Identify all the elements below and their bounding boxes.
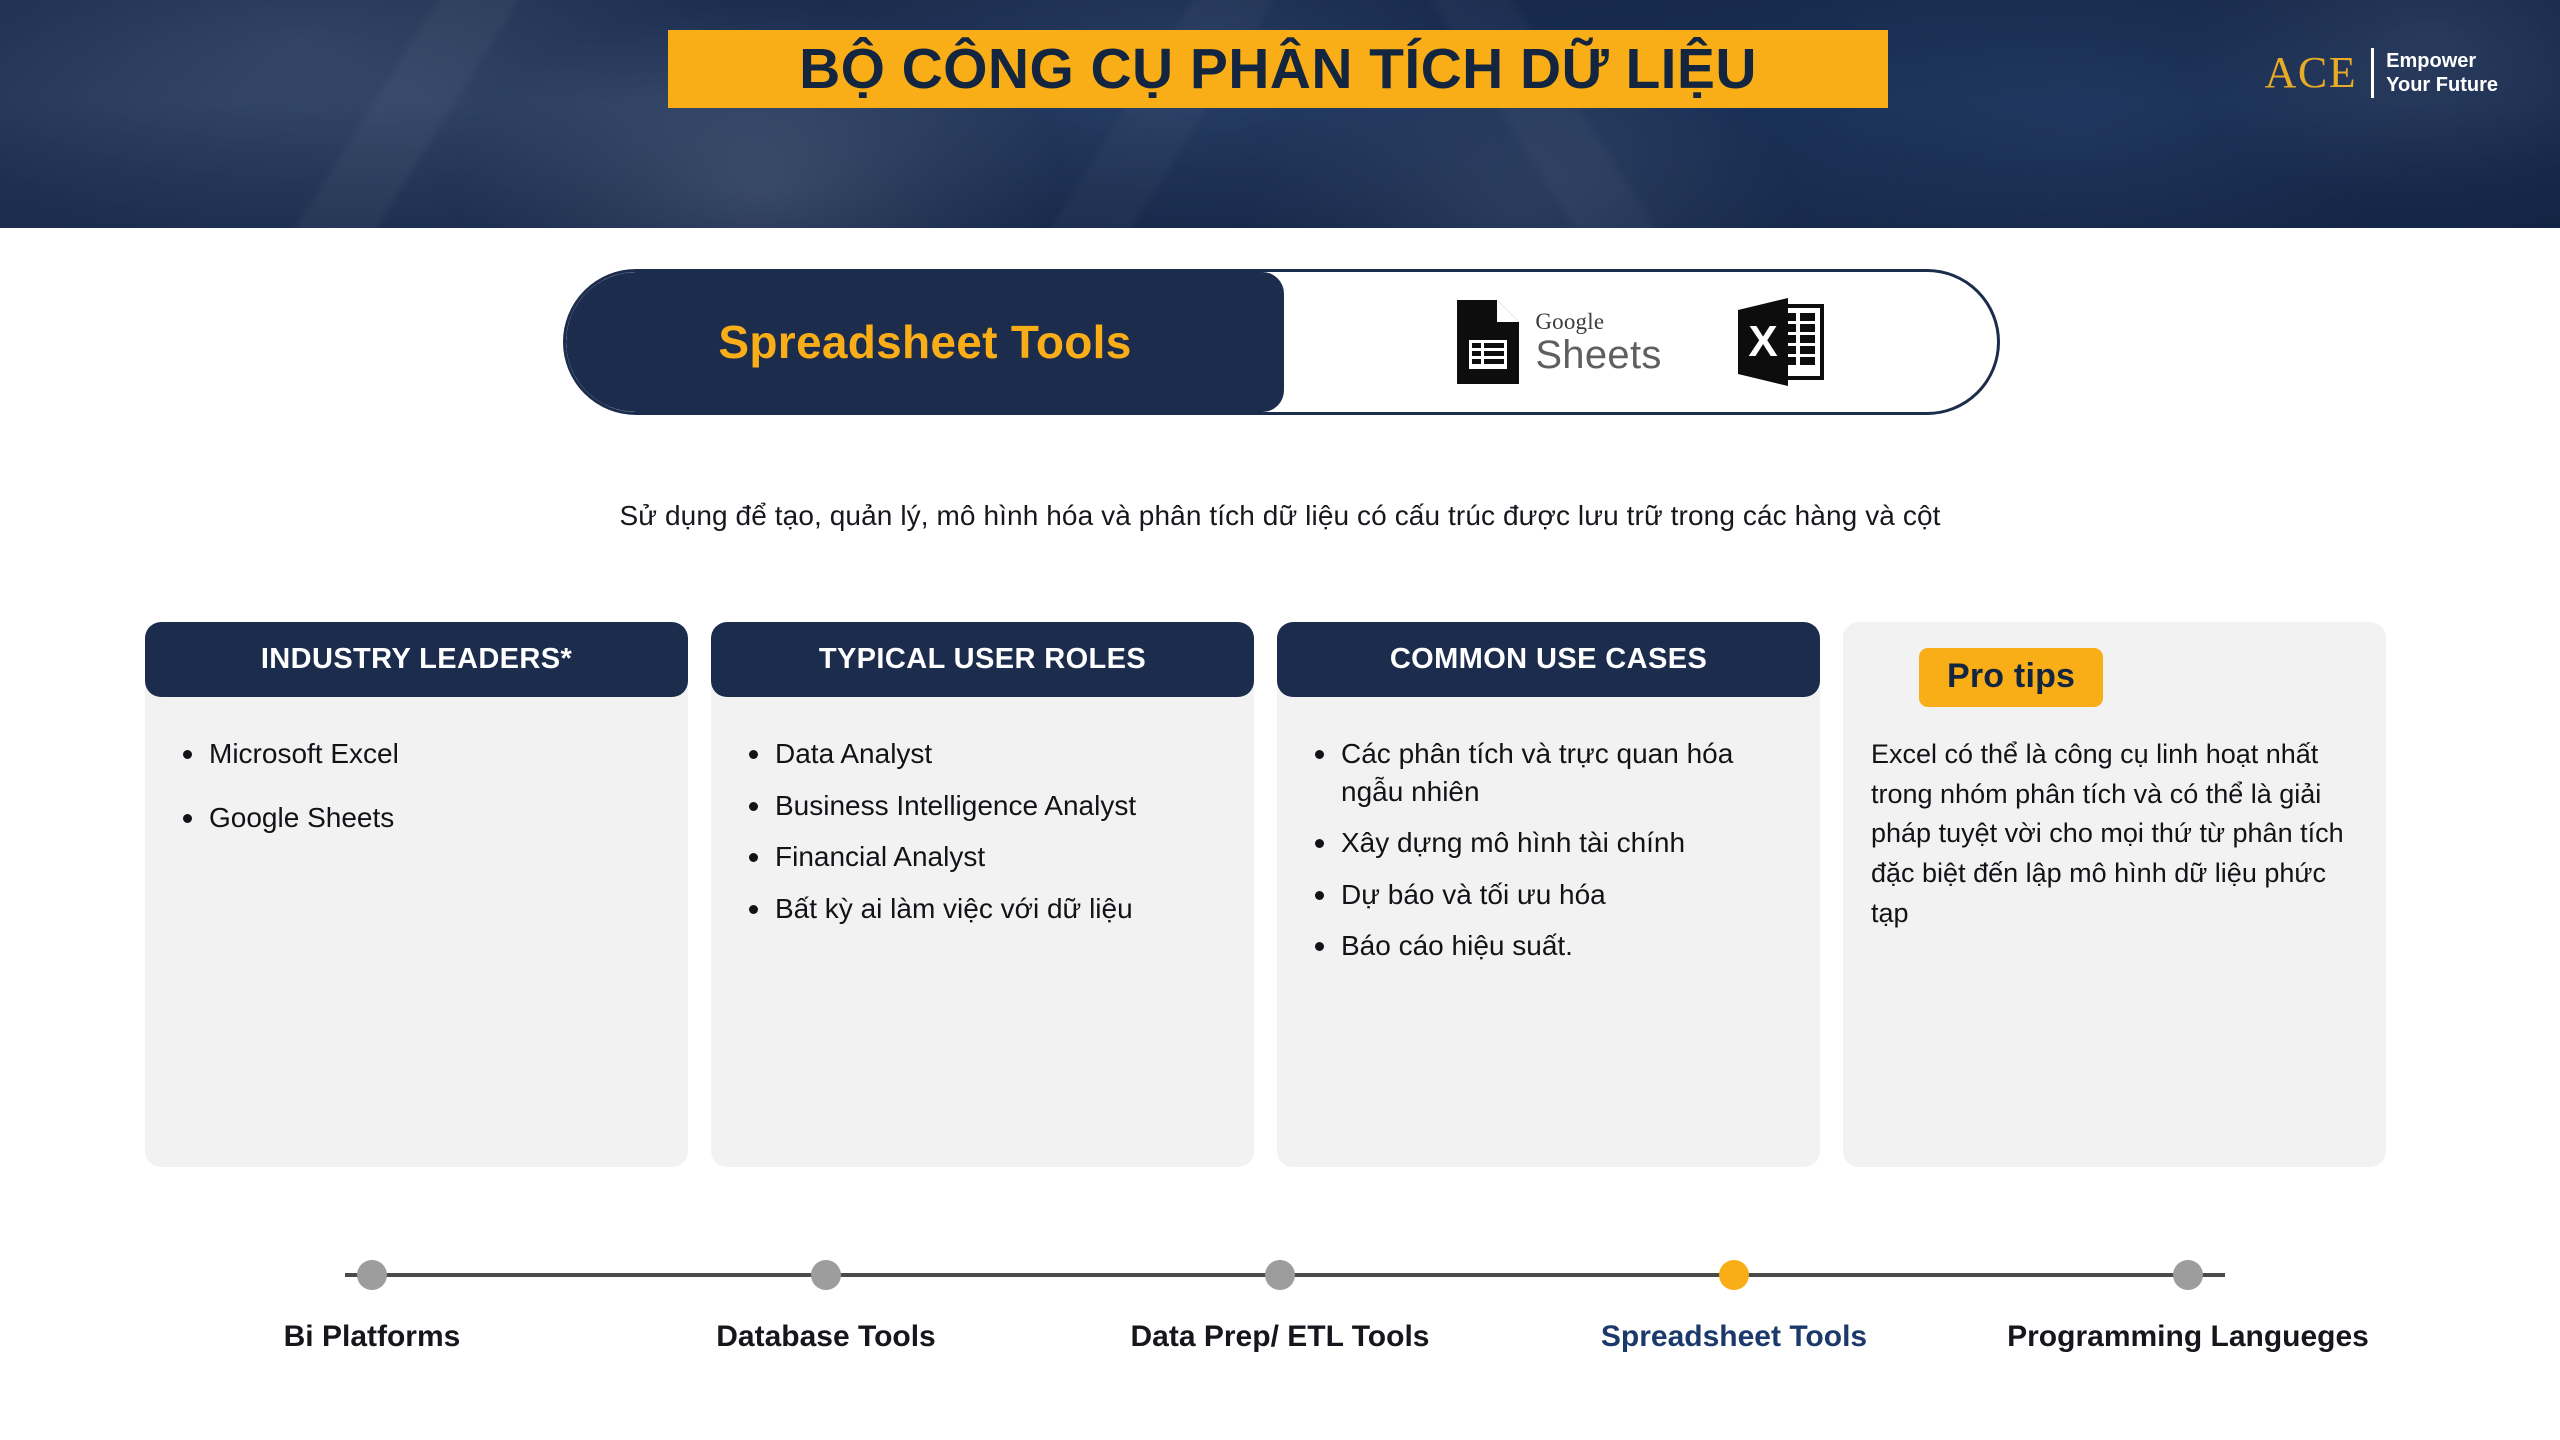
card-title: INDUSTRY LEADERS* [260, 643, 573, 675]
list-item: Xây dựng mô hình tài chính [1307, 824, 1794, 862]
list-item: Bất kỳ ai làm việc với dữ liệu [741, 890, 1228, 928]
logo-tagline-line2: Your Future [2386, 74, 2498, 96]
svg-text:X: X [1748, 317, 1777, 366]
timeline-step-spreadsheet-tools[interactable]: Spreadsheet Tools [1507, 1235, 1961, 1375]
list-item: Các phân tích và trực quan hóa ngẫu nhiê… [1307, 735, 1794, 810]
page-title: BỘ CÔNG CỤ PHÂN TÍCH DỮ LIỆU [799, 36, 1757, 101]
timeline-step-label: Data Prep/ ETL Tools [1130, 1320, 1430, 1353]
card-header: TYPICAL USER ROLES [711, 622, 1254, 697]
google-sheets-icon [1457, 300, 1520, 384]
microsoft-excel-icon: X [1737, 298, 1824, 386]
section-pill-logos: Google Sheets X [1284, 272, 1997, 412]
card-title: COMMON USE CASES [1389, 643, 1708, 675]
card-body: Pro tips Excel có thể là công cụ linh ho… [1843, 622, 2386, 933]
logo-wordmark: ACE [2264, 48, 2358, 97]
timeline-step-programming-languages[interactable]: Programming Langueges [1961, 1235, 2415, 1375]
timeline-step-label: Spreadsheet Tools [1600, 1320, 1868, 1353]
timeline-step-label: Bi Platforms [283, 1320, 461, 1353]
section-pill-label-block: Spreadsheet Tools [566, 272, 1284, 412]
timeline-step-label: Database Tools [716, 1320, 936, 1353]
logo-divider [2371, 48, 2375, 98]
card-header: COMMON USE CASES [1277, 622, 1820, 697]
timeline-dot-icon-active [1719, 1260, 1749, 1290]
card-title: TYPICAL USER ROLES [818, 643, 1147, 675]
timeline-dot-icon [357, 1260, 387, 1290]
pro-tips-text: Excel có thể là công cụ linh hoạt nhất t… [1871, 739, 2344, 928]
card-typical-user-roles: TYPICAL USER ROLES Data Analyst Business… [711, 622, 1254, 1167]
pro-tips-badge-label: Pro tips [1947, 657, 2076, 695]
timeline-step-data-prep-etl-tools[interactable]: Data Prep/ ETL Tools [1053, 1235, 1507, 1375]
pro-tips-badge: Pro tips [1919, 648, 2104, 707]
list-item: Microsoft Excel [175, 735, 662, 773]
page-header: BỘ CÔNG CỤ PHÂN TÍCH DỮ LIỆU ACE Empower… [0, 0, 2560, 228]
brand-logo: ACE Empower Your Future [2265, 48, 2498, 98]
infographic-page: BỘ CÔNG CỤ PHÂN TÍCH DỮ LIỆU ACE Empower… [0, 0, 2560, 1440]
timeline-step-database-tools[interactable]: Database Tools [599, 1235, 1053, 1375]
section-pill-header: Spreadsheet Tools Google Sheets X [563, 269, 2000, 415]
google-sheets-line1: Google [1535, 308, 1605, 334]
card-body: Các phân tích và trực quan hóa ngẫu nhiê… [1277, 697, 1820, 979]
page-title-banner: BỘ CÔNG CỤ PHÂN TÍCH DỮ LIỆU [668, 30, 1888, 108]
timeline-dot-icon [2173, 1260, 2203, 1290]
google-sheets-line2: Sheets [1535, 332, 1662, 377]
card-body: Microsoft Excel Google Sheets [145, 697, 688, 862]
section-title: Spreadsheet Tools [718, 316, 1132, 368]
logo-tagline: Empower Your Future [2386, 49, 2498, 97]
google-sheets-wordmark: Google Sheets [1535, 310, 1661, 375]
list-item: Business Intelligence Analyst [741, 787, 1228, 825]
timeline-dot-icon [811, 1260, 841, 1290]
list-item: Google Sheets [175, 799, 662, 837]
card-bullet-list: Data Analyst Business Intelligence Analy… [741, 735, 1228, 927]
card-header: INDUSTRY LEADERS* [145, 622, 688, 697]
card-bullet-list: Các phân tích và trực quan hóa ngẫu nhiê… [1307, 735, 1794, 965]
timeline-steps: Bi Platforms Database Tools Data Prep/ E… [145, 1235, 2415, 1375]
logo-tagline-line1: Empower [2386, 50, 2477, 72]
card-industry-leaders: INDUSTRY LEADERS* Microsoft Excel Google… [145, 622, 688, 1167]
list-item: Dự báo và tối ưu hóa [1307, 876, 1794, 914]
list-item: Báo cáo hiệu suất. [1307, 927, 1794, 965]
google-sheets-logo: Google Sheets [1457, 300, 1661, 384]
timeline-dot-icon [1265, 1260, 1295, 1290]
progress-timeline: Bi Platforms Database Tools Data Prep/ E… [0, 1235, 2560, 1375]
timeline-step-label: Programming Langueges [2007, 1320, 2369, 1353]
list-item: Financial Analyst [741, 838, 1228, 876]
card-body: Data Analyst Business Intelligence Analy… [711, 697, 1254, 941]
card-bullet-list: Microsoft Excel Google Sheets [175, 735, 662, 836]
info-cards-row: INDUSTRY LEADERS* Microsoft Excel Google… [145, 622, 2415, 1167]
card-pro-tips: Pro tips Excel có thể là công cụ linh ho… [1843, 622, 2386, 1167]
section-subtitle: Sử dụng để tạo, quản lý, mô hình hóa và … [619, 500, 1941, 531]
list-item: Data Analyst [741, 735, 1228, 773]
timeline-step-bi-platforms[interactable]: Bi Platforms [145, 1235, 599, 1375]
card-common-use-cases: COMMON USE CASES Các phân tích và trực q… [1277, 622, 1820, 1167]
